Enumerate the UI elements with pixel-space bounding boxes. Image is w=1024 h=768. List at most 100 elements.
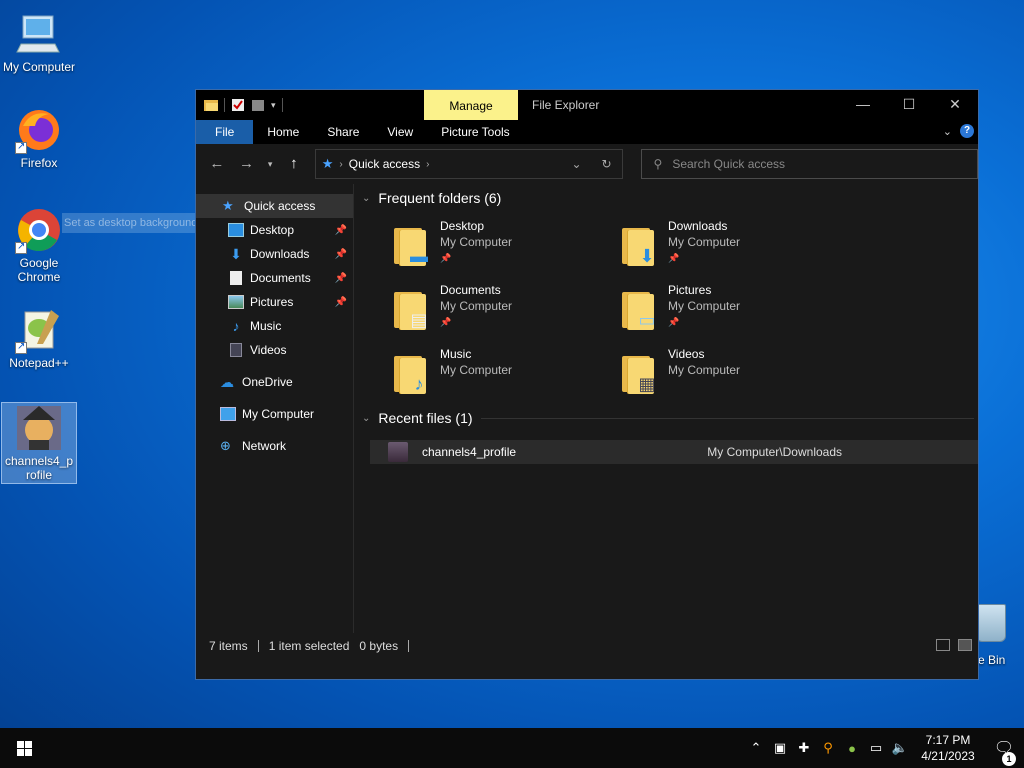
- refresh-icon[interactable]: ↻: [592, 157, 622, 171]
- clock-time: 7:17 PM: [925, 733, 971, 747]
- large-icons-view-icon[interactable]: [958, 639, 972, 651]
- properties-icon[interactable]: [231, 98, 245, 112]
- folder-name: Music: [440, 347, 472, 361]
- folder-tile-music[interactable]: ♪ Music My Computer: [394, 346, 622, 402]
- folder-tile-videos[interactable]: ▦ Videos My Computer: [622, 346, 850, 402]
- music-note-icon: ♪: [232, 318, 240, 334]
- search-box[interactable]: ⚲ Search Quick access: [640, 149, 978, 179]
- nav-item-label: Downloads: [250, 247, 310, 261]
- nav-item-videos[interactable]: Videos: [196, 338, 353, 362]
- desktop-icon-firefox[interactable]: Firefox: [1, 106, 77, 170]
- back-button[interactable]: ←: [204, 151, 230, 177]
- address-dropdown-icon[interactable]: ⌄: [562, 157, 592, 171]
- nav-item-desktop[interactable]: Desktop 📌: [196, 218, 353, 242]
- security-shield-icon[interactable]: ✚: [792, 740, 816, 756]
- notepadpp-icon: [15, 306, 63, 354]
- drag-ghost-label: Set as desktop background: [62, 213, 210, 233]
- nav-item-documents[interactable]: Documents 📌: [196, 266, 353, 290]
- tab-view[interactable]: View: [373, 120, 427, 144]
- search-tool-icon[interactable]: ⚲: [816, 740, 840, 756]
- search-input[interactable]: Search Quick access: [672, 157, 785, 171]
- recent-file-row[interactable]: channels4_profile My Computer\Downloads: [370, 440, 978, 464]
- breadcrumb-separator-icon[interactable]: ›: [426, 159, 429, 170]
- folder-downloads-icon: ⬇: [622, 224, 660, 268]
- nav-item-downloads[interactable]: ⬇ Downloads 📌: [196, 242, 353, 266]
- tab-file[interactable]: File: [196, 120, 254, 144]
- show-hidden-icons-icon[interactable]: ⌃: [744, 740, 768, 756]
- nav-item-quick-access[interactable]: ★ Quick access: [196, 194, 353, 218]
- group-title: Frequent folders (6): [378, 190, 502, 206]
- pin-icon: 📌: [334, 296, 347, 308]
- pin-icon: 📌: [440, 253, 452, 263]
- nav-item-pictures[interactable]: Pictures 📌: [196, 290, 353, 314]
- nav-item-label: Videos: [250, 343, 287, 357]
- shortcut-arrow-icon: [15, 340, 27, 354]
- minimize-button[interactable]: —: [840, 90, 886, 120]
- recent-files-header[interactable]: ⌄ Recent files (1): [362, 404, 978, 432]
- desktop-icon-label: channels4_profile: [4, 454, 74, 482]
- nav-item-my-computer[interactable]: My Computer: [196, 402, 353, 426]
- notification-button[interactable]: 🗨 1: [984, 738, 1024, 766]
- status-selected: 1 item selected: [268, 638, 350, 653]
- pin-icon: 📌: [334, 272, 347, 284]
- nav-item-network[interactable]: ⊕ Network: [196, 434, 353, 458]
- details-view-icon[interactable]: [936, 639, 950, 651]
- help-icon[interactable]: ?: [960, 124, 974, 138]
- picture-icon: [228, 295, 244, 309]
- breadcrumb-quick-access[interactable]: Quick access: [349, 157, 420, 171]
- up-button[interactable]: ↑: [281, 151, 307, 177]
- pin-icon: 📌: [334, 224, 347, 236]
- tab-home[interactable]: Home: [253, 120, 313, 144]
- quick-access-toolbar: ▾: [196, 98, 424, 112]
- firefox-icon: [15, 106, 63, 154]
- breadcrumb-separator-icon[interactable]: ›: [339, 159, 342, 170]
- folder-tile-desktop[interactable]: ▬ Desktop My Computer 📌: [394, 218, 622, 274]
- volume-icon[interactable]: 🔈: [888, 740, 912, 756]
- tab-picture-tools[interactable]: Picture Tools: [427, 120, 523, 144]
- chrome-icon: [15, 206, 63, 254]
- status-item-count: 7 items: [209, 638, 248, 653]
- nav-item-music[interactable]: ♪ Music: [196, 314, 353, 338]
- folder-tile-downloads[interactable]: ⬇ Downloads My Computer 📌: [622, 218, 850, 274]
- app-tray-icon[interactable]: ●: [840, 741, 864, 756]
- folder-location: My Computer: [668, 363, 741, 377]
- frequent-folders-header[interactable]: ⌄ Frequent folders (6): [362, 184, 978, 212]
- title-bar[interactable]: ▾ Manage File Explorer — ☐ ✕: [196, 90, 978, 120]
- windows-logo-icon: [16, 740, 32, 756]
- folder-tile-documents[interactable]: ▤ Documents My Computer 📌: [394, 282, 622, 338]
- desktop-icon-label: My Computer: [2, 60, 76, 74]
- nav-item-label: Desktop: [250, 223, 295, 237]
- desktop-icon-channels4-profile[interactable]: channels4_profile: [1, 402, 77, 484]
- nav-item-onedrive[interactable]: ☁ OneDrive: [196, 370, 353, 394]
- address-bar[interactable]: ★ › Quick access › ⌄ ↻: [314, 149, 623, 179]
- maximize-button[interactable]: ☐: [886, 90, 932, 120]
- window-title: File Explorer: [532, 98, 600, 112]
- tab-share[interactable]: Share: [313, 120, 373, 144]
- chevron-down-icon: ⌄: [362, 412, 371, 424]
- image-file-icon: [15, 404, 63, 452]
- desktop-icon-notepadpp[interactable]: Notepad++: [1, 306, 77, 370]
- forward-button[interactable]: →: [234, 151, 260, 177]
- divider: [281, 98, 283, 112]
- clock-date: 4/21/2023: [921, 749, 975, 763]
- group-title: Recent files (1): [378, 410, 473, 426]
- recent-locations-icon[interactable]: ▾: [263, 151, 277, 177]
- folder-documents-icon: ▤: [394, 288, 432, 332]
- start-button[interactable]: [0, 728, 48, 768]
- new-folder-icon[interactable]: [251, 98, 265, 112]
- close-button[interactable]: ✕: [932, 90, 978, 120]
- file-explorer-window: ▾ Manage File Explorer — ☐ ✕ File Home S…: [195, 89, 979, 680]
- folder-icon[interactable]: [204, 98, 218, 112]
- nav-item-label: Network: [242, 439, 287, 453]
- download-arrow-icon: ⬇: [230, 246, 242, 262]
- customize-toolbar-icon[interactable]: ▾: [271, 100, 276, 111]
- action-center-icon[interactable]: ▣: [768, 740, 792, 756]
- clock[interactable]: 7:17 PM 4/21/2023: [912, 732, 984, 764]
- network-icon[interactable]: ▭: [864, 740, 888, 756]
- desktop-icon-my-computer[interactable]: My Computer: [1, 10, 77, 74]
- expand-ribbon-icon[interactable]: ⌄: [943, 125, 952, 138]
- nav-item-label: Quick access: [244, 199, 316, 213]
- folder-tile-pictures[interactable]: ▭ Pictures My Computer 📌: [622, 282, 850, 338]
- folder-location: My Computer: [440, 299, 513, 313]
- tab-manage[interactable]: Manage: [424, 90, 518, 120]
